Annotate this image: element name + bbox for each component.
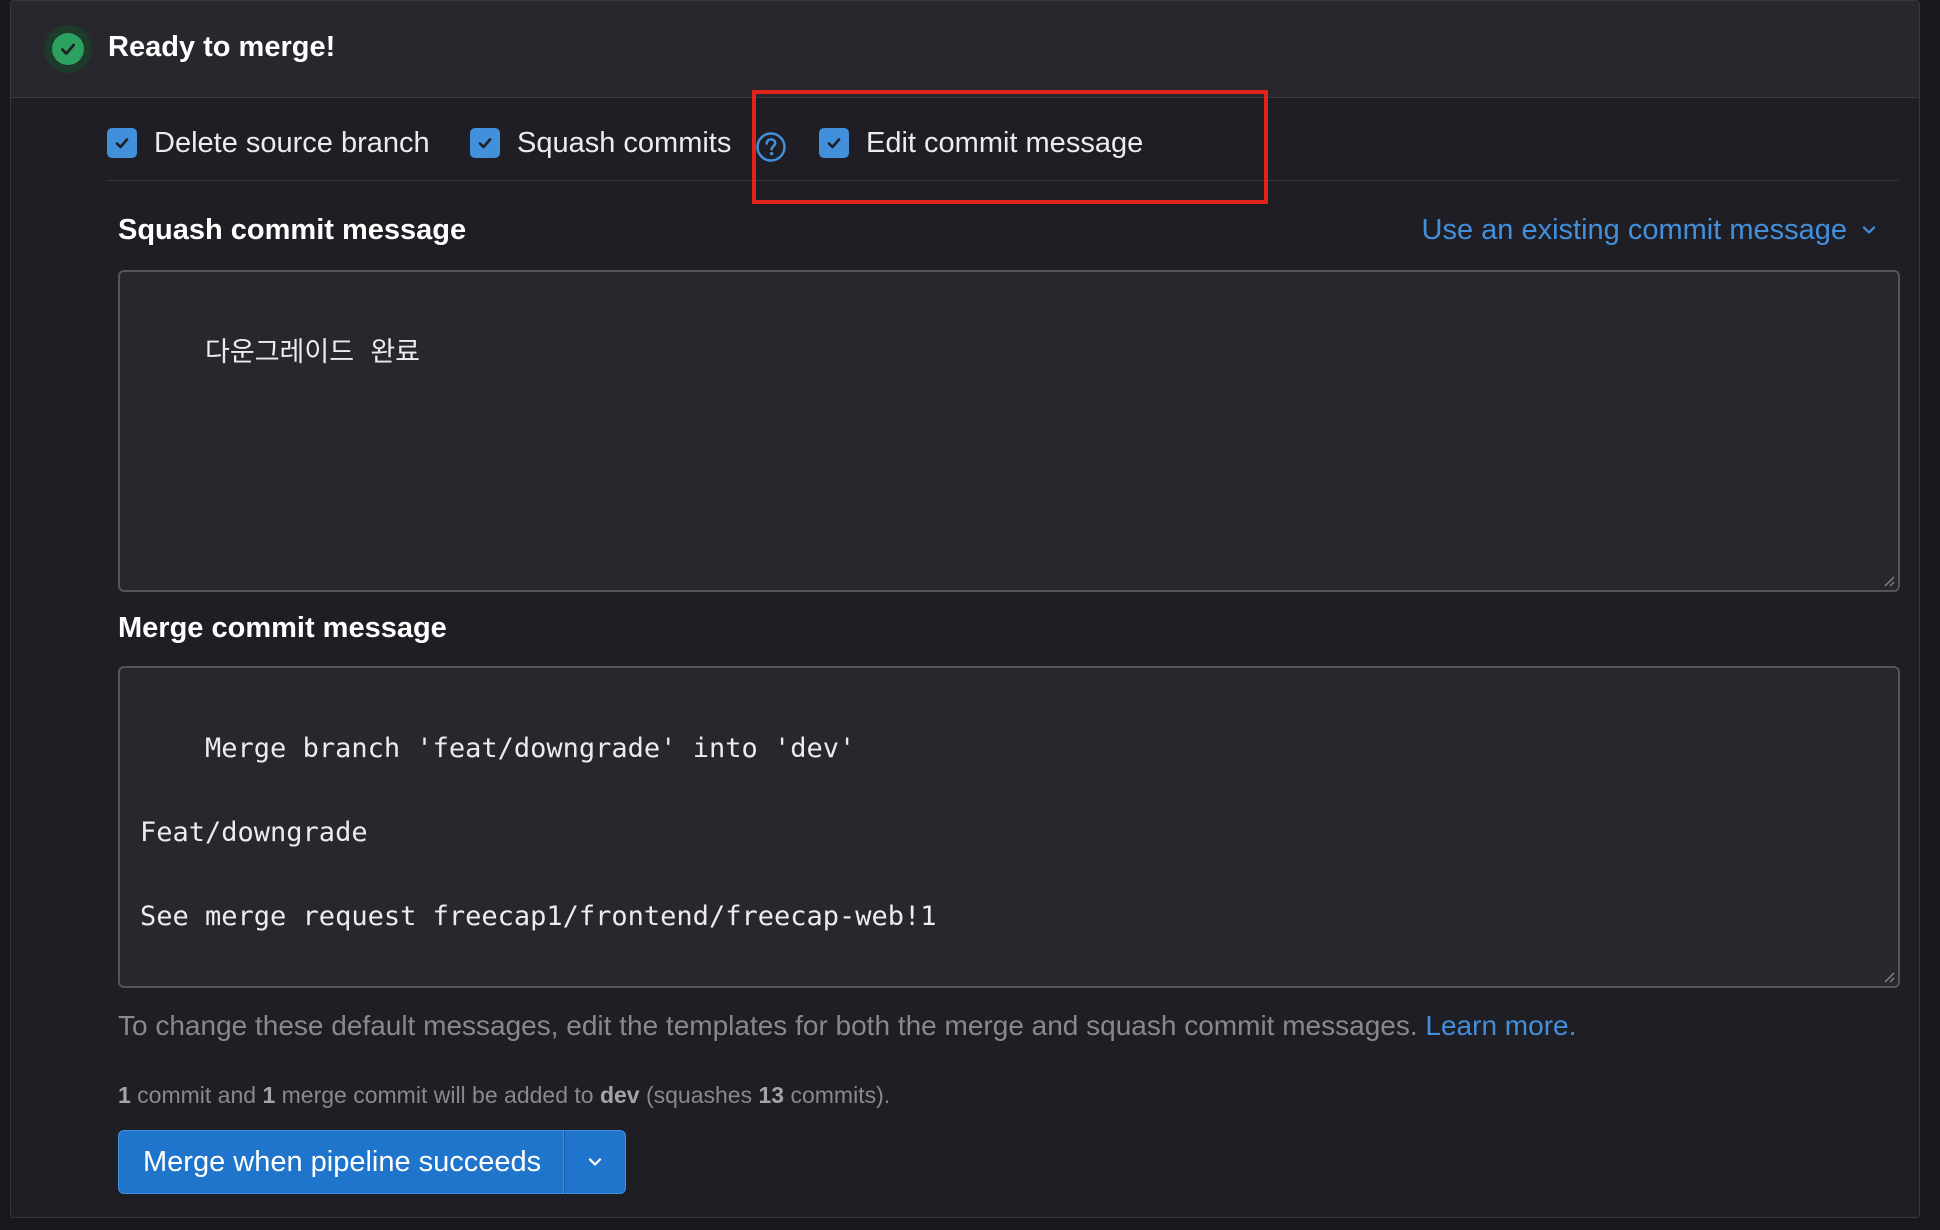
squash-commits-option[interactable]: Squash commits [470,125,731,161]
edit-commit-message-label: Edit commit message [866,127,1144,159]
question-circle-icon[interactable] [755,131,787,163]
checkmark-icon [115,138,129,149]
squash-commit-message-value: 다운그레이드 완료 [205,337,421,368]
summary-text-part: commits). [784,1082,891,1108]
use-existing-commit-message-label: Use an existing commit message [1421,214,1848,246]
checkmark-icon [827,138,841,149]
edit-commit-message-option[interactable]: Edit commit message [819,125,1143,161]
edit-commit-message-checkbox[interactable] [819,128,849,158]
resize-handle-icon[interactable] [1881,573,1895,587]
delete-source-branch-checkbox[interactable] [107,128,137,158]
merge-commit-count: 1 [262,1082,276,1108]
summary-text-part: merge commit will be added to [275,1082,600,1108]
merge-widget: Ready to merge! Delete source branch Squ… [10,0,1920,1218]
squash-commit-message-label: Squash commit message [118,214,467,246]
checkmark-icon [478,138,492,149]
chevron-down-icon [1862,226,1876,234]
merge-commit-message-textarea[interactable]: Merge branch 'feat/downgrade' into 'dev'… [118,666,1900,988]
merge-when-pipeline-succeeds-button[interactable]: Merge when pipeline succeeds [118,1130,565,1194]
squash-commits-label: Squash commits [517,127,732,159]
chevron-down-icon [589,1158,602,1166]
summary-text-part: commit and [130,1082,263,1108]
merge-options: Delete source branch Squash commits Edit… [107,99,1899,181]
squash-commits-checkbox[interactable] [470,128,500,158]
merge-status-title: Ready to merge! [108,31,336,63]
resize-handle-icon[interactable] [1881,969,1895,983]
commit-count: 1 [118,1082,131,1108]
use-existing-commit-message-dropdown[interactable]: Use an existing commit message [1422,212,1880,248]
helper-text-body: To change these default messages, edit t… [118,1010,1426,1041]
merge-widget-header: Ready to merge! [11,1,1919,98]
learn-more-link[interactable]: Learn more. [1425,1010,1576,1041]
merge-options-dropdown-toggle[interactable] [564,1130,627,1194]
delete-source-branch-label: Delete source branch [154,127,430,159]
summary-text-part: (squashes [639,1082,759,1108]
check-circle-icon [44,25,92,73]
merge-summary-text: 1 commit and 1 merge commit will be adde… [118,1080,890,1110]
squash-commit-message-textarea[interactable]: 다운그레이드 완료 [118,270,1900,592]
commit-template-helper-text: To change these default messages, edit t… [118,1008,1576,1044]
merge-commit-message-value: Merge branch 'feat/downgrade' into 'dev'… [140,733,937,932]
delete-source-branch-option[interactable]: Delete source branch [107,125,430,161]
merge-commit-message-label: Merge commit message [118,612,447,644]
squashed-commit-count: 13 [758,1082,785,1108]
merge-button-group: Merge when pipeline succeeds [118,1130,627,1194]
target-branch: dev [599,1082,640,1108]
